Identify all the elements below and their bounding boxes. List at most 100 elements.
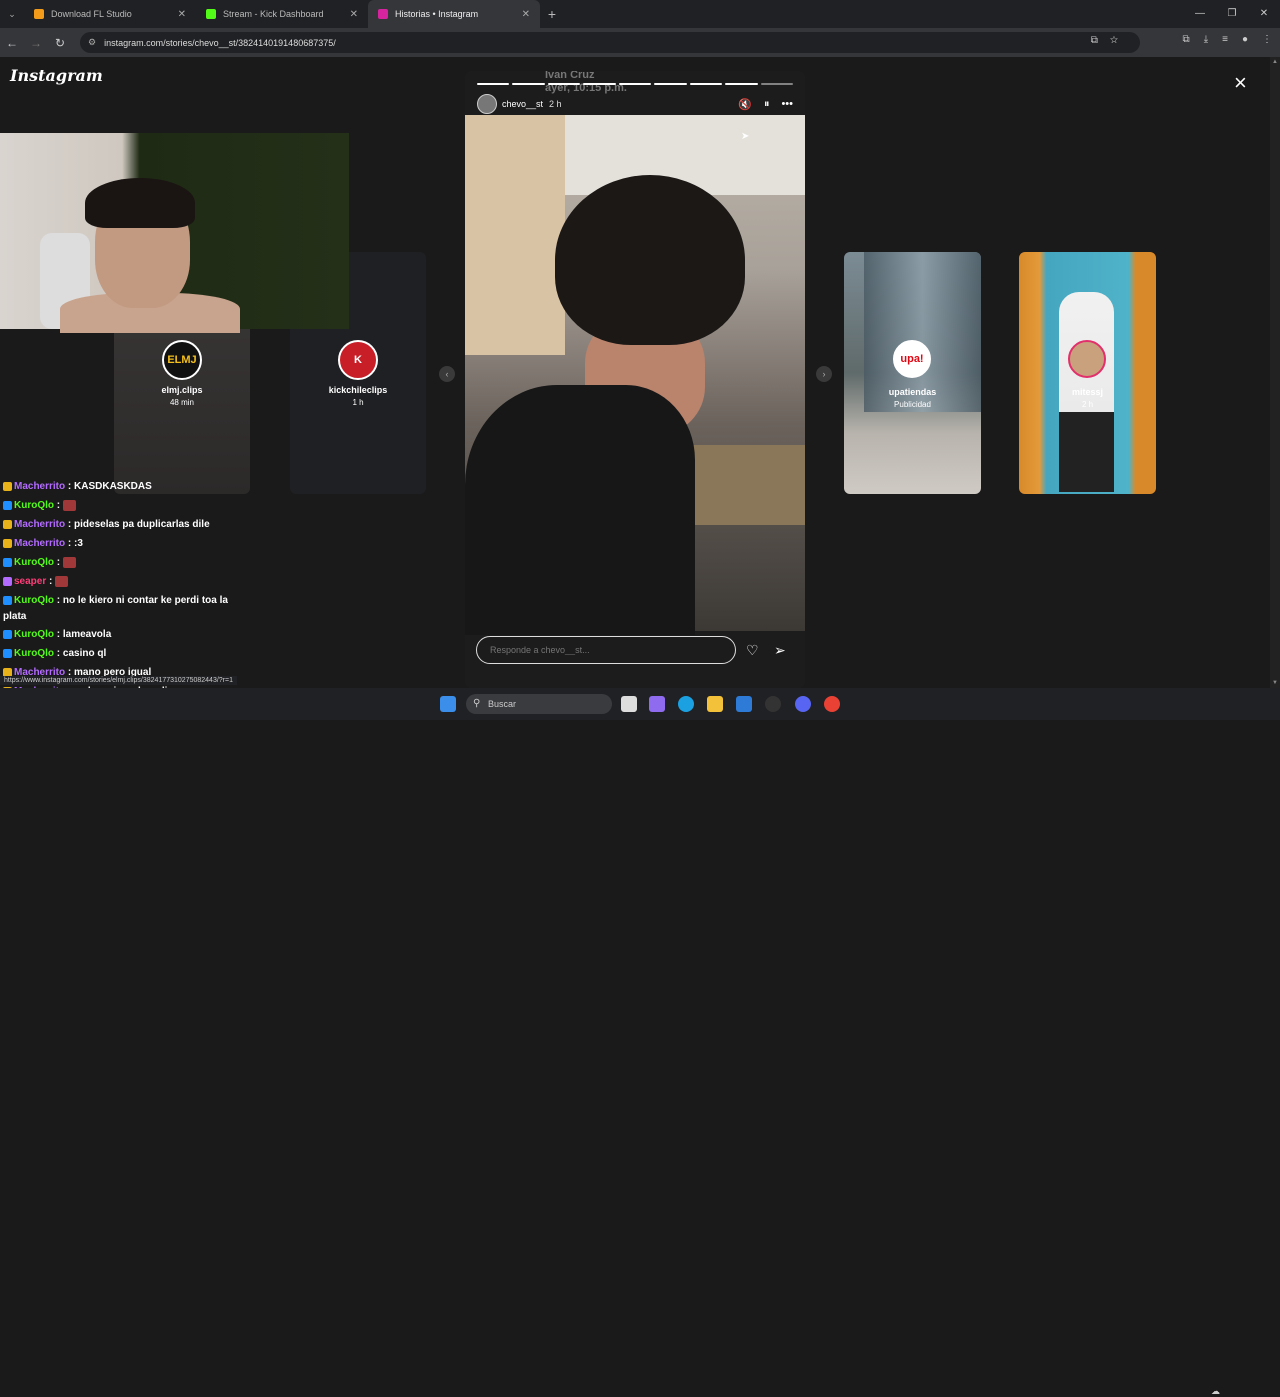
story-photo[interactable]: ➤	[465, 115, 805, 635]
windows-taskbar: ☁	[0, 688, 1280, 1396]
instagram-logo[interactable]: Instagram	[10, 66, 103, 85]
cabinet-shape	[465, 115, 565, 355]
profile-avatar[interactable]: ●	[1242, 34, 1248, 45]
folder-icon[interactable]	[707, 696, 723, 712]
chat-username[interactable]: Macherrito	[14, 481, 65, 492]
tab-bar: ⌄ Download FL Studio ✕ Stream - Kick Das…	[0, 0, 1280, 28]
kick-badge-icon	[3, 648, 12, 658]
tab-fl-studio[interactable]: Download FL Studio ✕	[24, 0, 196, 28]
person-shirt-shape	[465, 385, 695, 635]
kick-badge-icon	[3, 595, 12, 605]
chat-username[interactable]: Macherrito	[14, 519, 65, 530]
bookmark-star-icon[interactable]: ⧉☆	[1091, 35, 1130, 46]
forward-icon[interactable]: →	[24, 36, 48, 50]
menu-icon[interactable]: ⋮	[1262, 34, 1272, 45]
chrome-icon[interactable]	[824, 696, 840, 712]
site-info-icon[interactable]: ⚙	[88, 37, 96, 48]
tab-kick-dashboard[interactable]: Stream - Kick Dashboard ✕	[196, 0, 368, 28]
mod-badge-icon	[3, 538, 12, 548]
close-tab-icon[interactable]: ✕	[350, 9, 358, 20]
next-story-button[interactable]: ›	[816, 366, 832, 382]
close-window-icon[interactable]: ✕	[1248, 0, 1280, 28]
progress-segment	[547, 83, 581, 85]
tab-title: Historias • Instagram	[395, 9, 479, 19]
kick-badge-icon	[3, 500, 12, 510]
chat-text: : casino ql	[56, 648, 107, 659]
chat-username[interactable]: Macherrito	[14, 538, 65, 549]
progress-segment	[512, 83, 545, 85]
progress-segment	[618, 83, 652, 85]
close-tab-icon[interactable]: ✕	[178, 9, 186, 20]
back-icon[interactable]: ←	[0, 36, 24, 50]
mute-icon[interactable]: 🔇	[738, 98, 752, 111]
chat-message: KuroQlo :	[0, 496, 245, 515]
close-stories-button[interactable]: ×	[1234, 70, 1247, 96]
cloud-tray-icon[interactable]: ☁	[1211, 1386, 1220, 1397]
avatar: ELMJ	[162, 340, 202, 380]
page-scrollbar[interactable]: ▲ ▼	[1270, 57, 1280, 688]
chat-message: KuroQlo : no le kiero ni contar ke perdi…	[0, 591, 245, 625]
story-progress-bar	[477, 83, 793, 85]
chat-text: :	[49, 576, 53, 587]
sub-badge-icon	[3, 576, 12, 586]
story-preview-mitessj[interactable]: mitessj 2 h	[1019, 252, 1156, 494]
search-icon: ⚲	[473, 698, 481, 709]
minimize-icon[interactable]: —	[1184, 0, 1216, 28]
chat-username[interactable]: KuroQlo	[14, 629, 54, 640]
streamer-hair-shape	[85, 178, 195, 228]
tab-title: Stream - Kick Dashboard	[223, 9, 324, 19]
chat-username[interactable]: KuroQlo	[14, 557, 54, 568]
discord-icon[interactable]	[795, 696, 811, 712]
story-controls: 🔇 ⏸ •••	[738, 98, 793, 111]
tab-list-button[interactable]: ⌄	[0, 0, 24, 28]
avatar[interactable]	[477, 94, 497, 114]
share-send-icon[interactable]: ➢	[774, 642, 786, 659]
edge-icon[interactable]	[678, 696, 694, 712]
avatar: upa!	[893, 340, 931, 378]
like-heart-icon[interactable]: ♡	[746, 642, 759, 659]
reload-icon[interactable]: ↻	[48, 36, 72, 50]
windows-start-icon[interactable]	[440, 696, 456, 712]
tab-instagram-stories[interactable]: Historias • Instagram ✕	[368, 0, 540, 28]
new-tab-button[interactable]: +	[540, 6, 564, 22]
chat-message: KuroQlo :	[0, 553, 245, 572]
story-preview-upatiendas[interactable]: upa! upatiendas Publicidad	[844, 252, 981, 494]
story-username[interactable]: chevo__st	[502, 99, 543, 109]
chat-username[interactable]: KuroQlo	[14, 500, 54, 511]
scroll-up-icon[interactable]: ▲	[1272, 59, 1278, 65]
copilot-icon[interactable]	[649, 696, 665, 712]
preview-username: kickchileclips	[328, 385, 388, 395]
scroll-down-icon[interactable]: ▼	[1272, 680, 1278, 686]
more-options-icon[interactable]: •••	[781, 98, 793, 111]
progress-segment	[654, 83, 687, 85]
address-bar[interactable]: ⚙ instagram.com/stories/chevo__st/382414…	[80, 32, 1140, 53]
faded-previous-username: Ivan Cruz	[545, 71, 595, 81]
chat-message: Macherrito : :3	[0, 534, 245, 553]
maximize-icon[interactable]: ❐	[1216, 0, 1248, 28]
file-icon[interactable]	[621, 696, 637, 712]
close-tab-icon[interactable]: ✕	[522, 9, 530, 20]
chat-message: seaper :	[0, 572, 245, 591]
kick-favicon-icon	[206, 9, 216, 19]
chat-text: : lameavola	[56, 629, 112, 640]
store-icon[interactable]	[736, 696, 752, 712]
kick-badge-icon	[3, 629, 12, 639]
previous-story-button[interactable]: ‹	[439, 366, 455, 382]
steam-icon[interactable]	[765, 696, 781, 712]
reply-input[interactable]	[476, 636, 736, 664]
media-icon[interactable]: ≡	[1222, 34, 1228, 45]
chat-username[interactable]: seaper	[14, 576, 46, 587]
pause-icon[interactable]: ⏸	[764, 98, 770, 111]
story-viewer: ➤ Ivan Cruz ayer, 10:15 p.m. chevo__st 2…	[465, 71, 805, 688]
downloads-icon[interactable]: ⤓	[1204, 34, 1208, 45]
url-text[interactable]: instagram.com/stories/chevo__st/38241401…	[104, 38, 336, 48]
chat-message: Macherrito : pideselas pa duplicarlas di…	[0, 515, 245, 534]
preview-username: elmj.clips	[161, 385, 203, 395]
emote-icon	[55, 575, 69, 587]
story-time: 2 h	[549, 99, 562, 109]
taskbar-search[interactable]: ⚲ Buscar	[466, 694, 612, 714]
chat-username[interactable]: KuroQlo	[14, 648, 54, 659]
chat-username[interactable]: KuroQlo	[14, 595, 54, 606]
extensions-icon[interactable]: ⧉	[1183, 34, 1190, 45]
chat-message: KuroQlo : lameavola	[0, 625, 245, 644]
